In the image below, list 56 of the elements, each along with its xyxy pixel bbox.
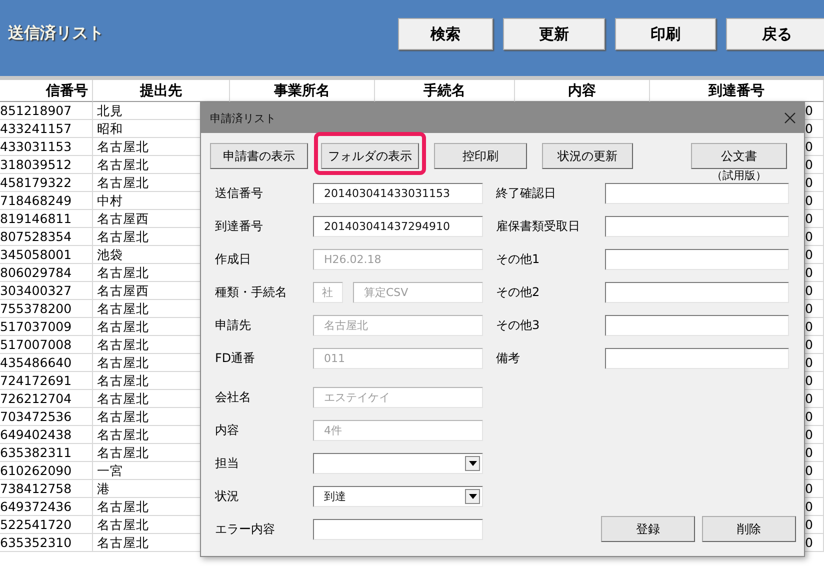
field-label: 終了確認日 xyxy=(496,185,557,202)
table-cell: 819146811 xyxy=(0,210,93,228)
field-label: 雇保書類受取日 xyxy=(496,218,581,235)
toolbar-button[interactable]: 更新 xyxy=(503,18,605,50)
table-cell: 433241157 xyxy=(0,120,93,138)
toolbar-button[interactable]: 戻る xyxy=(726,18,824,50)
input-field[interactable] xyxy=(605,249,789,270)
table-cell: 635382311 xyxy=(0,444,93,462)
table-cell: 318039512 xyxy=(0,156,93,174)
table-cell: 303400327 xyxy=(0,282,93,300)
table-cell: 703472536 xyxy=(0,408,93,426)
input-field[interactable] xyxy=(605,315,789,336)
table-cell: 806029784 xyxy=(0,264,93,282)
table-cell: 610262090 xyxy=(0,462,93,480)
field-label: その他1 xyxy=(496,251,541,268)
dropdown[interactable]: 到達 xyxy=(313,486,483,507)
table-cell: 738412758 xyxy=(0,480,93,498)
dialog-button[interactable]: 申請書の表示 xyxy=(210,143,308,169)
table-cell: 807528354 xyxy=(0,228,93,246)
toolbar-button[interactable]: 検索 xyxy=(398,18,493,50)
dialog-button[interactable]: 公文書 xyxy=(691,143,787,169)
field-label: 備考 xyxy=(496,350,521,367)
dialog-button[interactable]: 控印刷 xyxy=(434,143,527,169)
table-cell: 726212704 xyxy=(0,390,93,408)
table-cell: 435486640 xyxy=(0,354,93,372)
table-cell: 851218907 xyxy=(0,102,93,120)
dialog-button[interactable]: 状況の更新 xyxy=(542,143,633,169)
input-field[interactable] xyxy=(605,216,789,237)
table-cell: 718468249 xyxy=(0,192,93,210)
dialog-button[interactable]: フォルダの表示 xyxy=(321,143,419,169)
input-field[interactable]: 201403041433031153 xyxy=(313,183,483,204)
table-cell: 755378200 xyxy=(0,300,93,318)
field-label: その他2 xyxy=(496,284,541,301)
input-field[interactable] xyxy=(605,282,789,303)
table-cell: 458179322 xyxy=(0,174,93,192)
table-cell: 517037009 xyxy=(0,318,93,336)
dialog-button[interactable]: 削除 xyxy=(702,516,796,542)
input-field[interactable]: 201403041437294910 xyxy=(313,216,483,237)
dialog-button[interactable]: 登録 xyxy=(601,516,695,542)
page-title: 送信済リスト xyxy=(8,22,104,44)
column-header: 信番号 xyxy=(0,80,93,102)
dropdown[interactable] xyxy=(313,453,483,474)
table-cell: 635352310 xyxy=(0,534,93,552)
input-field[interactable] xyxy=(605,183,789,204)
field-label: その他3 xyxy=(496,317,541,334)
table-cell: 433031153 xyxy=(0,138,93,156)
input-field[interactable] xyxy=(605,348,789,369)
table-cell: 345058001 xyxy=(0,246,93,264)
table-cell: 649372436 xyxy=(0,498,93,516)
table-cell: 522541720 xyxy=(0,516,93,534)
table-cell: 724172691 xyxy=(0,372,93,390)
close-icon[interactable] xyxy=(784,112,796,124)
table-cell: 517007008 xyxy=(0,336,93,354)
table-cell: 649402438 xyxy=(0,426,93,444)
toolbar-button[interactable]: 印刷 xyxy=(615,18,716,50)
input-field[interactable] xyxy=(313,519,483,540)
